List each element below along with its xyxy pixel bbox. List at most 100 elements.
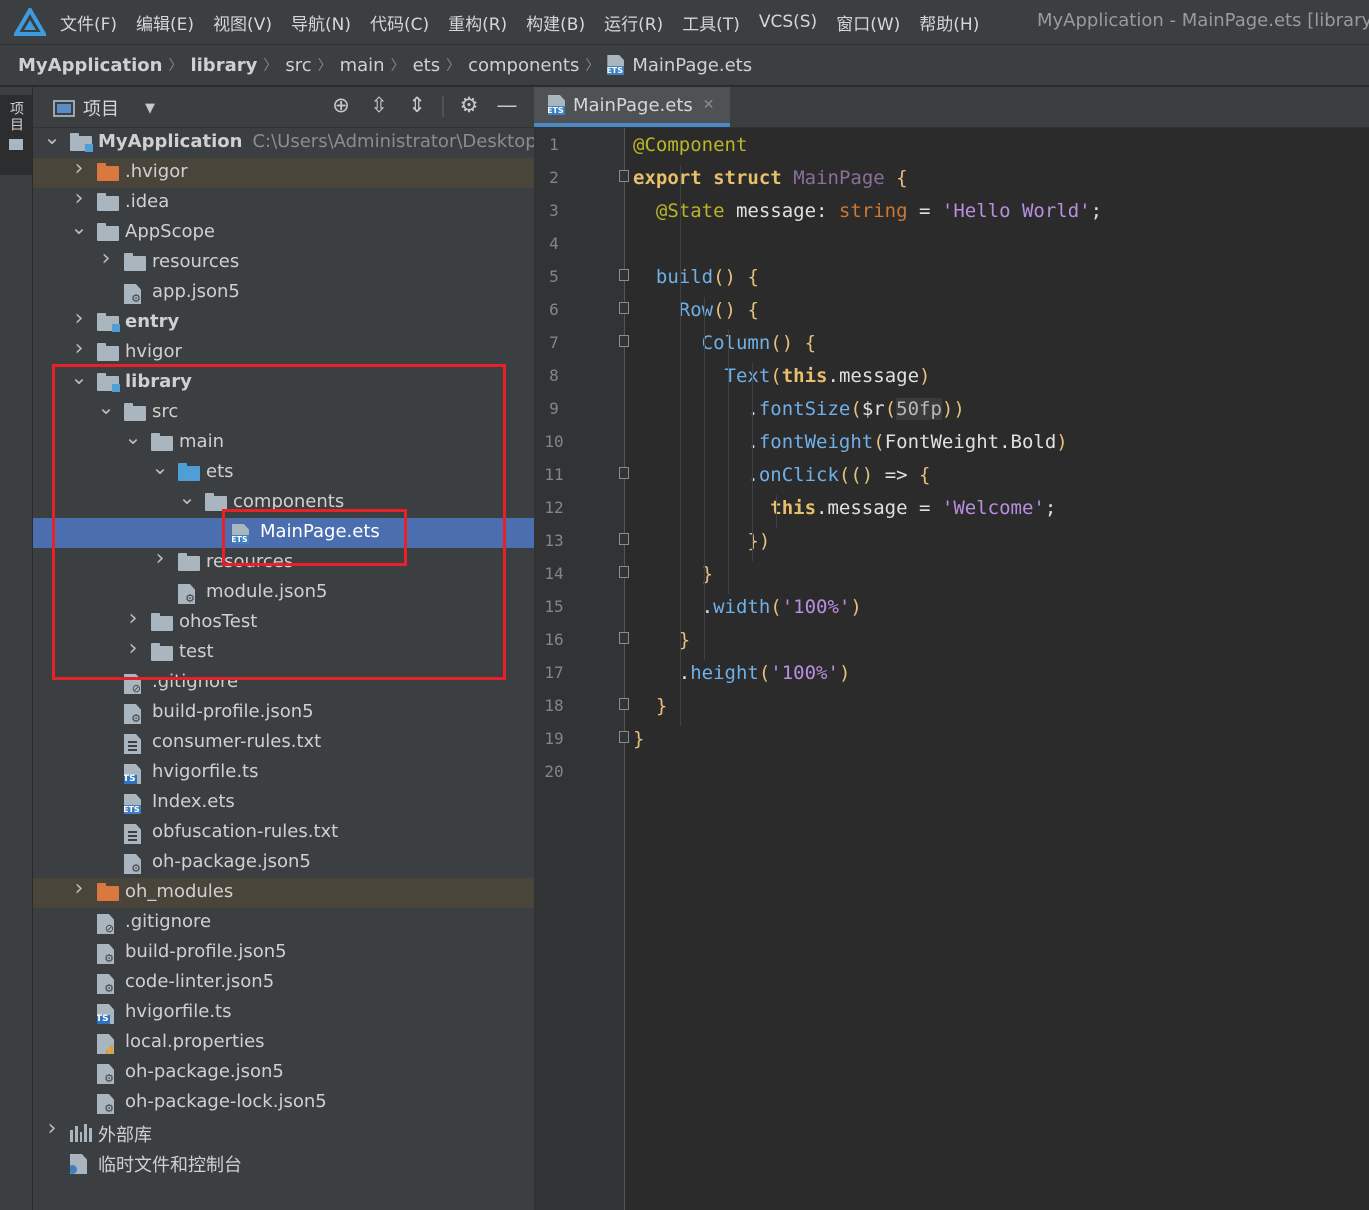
fold-open-icon[interactable] [619, 335, 629, 347]
menu-item[interactable]: 构建(B) [526, 10, 585, 35]
menu-item[interactable]: 帮助(H) [919, 10, 979, 35]
code-line[interactable]: 19} [534, 722, 1369, 755]
tree-item[interactable]: obfuscation-rules.txt [33, 818, 534, 848]
tree-item[interactable]: › resources [33, 248, 534, 278]
tree-item[interactable]: › .idea [33, 188, 534, 218]
menu-item[interactable]: 重构(R) [448, 10, 507, 35]
chevron-right-icon[interactable]: › [151, 548, 169, 570]
fold-open-icon[interactable] [619, 170, 629, 182]
fold-close-icon[interactable] [619, 533, 629, 545]
project-tool-tab[interactable]: 项目 [0, 95, 32, 175]
menu-item[interactable]: 导航(N) [291, 10, 351, 35]
chevron-right-icon[interactable]: › [70, 308, 88, 330]
tree-item[interactable]: ⊘ .gitignore [33, 668, 534, 698]
tree-item[interactable]: TS hvigorfile.ts [33, 998, 534, 1028]
code-line[interactable]: 15 .width('100%') [534, 590, 1369, 623]
tree-item[interactable]: ⚙ oh-package.json5 [33, 1058, 534, 1088]
tree-item[interactable]: ⌄ main [33, 427, 534, 458]
tree-item[interactable]: TS hvigorfile.ts [33, 758, 534, 788]
breadcrumb-item[interactable]: ETS MainPage.ets [607, 55, 752, 76]
menu-item[interactable]: 视图(V) [213, 10, 272, 35]
tree-item[interactable]: ⌄ AppScope [33, 217, 534, 248]
tree-item[interactable]: ⚙ build-profile.json5 [33, 698, 534, 728]
code-line[interactable]: 10 .fontWeight(FontWeight.Bold) [534, 425, 1369, 458]
tree-item[interactable]: local.properties [33, 1028, 534, 1058]
tree-item[interactable]: ⚙ oh-package.json5 [33, 848, 534, 878]
code-line[interactable]: 9 .fontSize($r(50fp)) [534, 392, 1369, 425]
tree-item[interactable]: ⌄ ets [33, 457, 534, 488]
crosshair-icon[interactable]: ⊕ [322, 93, 360, 117]
tree-item[interactable]: ⌄ components [33, 487, 534, 518]
code-line[interactable]: 3 @State message: string = 'Hello World'… [534, 194, 1369, 227]
tree-item[interactable]: › entry [33, 308, 534, 338]
gear-icon[interactable]: ⚙ [450, 93, 488, 117]
menu-item[interactable]: 文件(F) [60, 10, 117, 35]
tree-item[interactable]: › .hvigor [33, 158, 534, 188]
chevron-right-icon[interactable]: › [70, 878, 88, 900]
chevron-down-icon[interactable]: ⌄ [70, 367, 88, 387]
fold-open-icon[interactable] [619, 302, 629, 314]
tree-item[interactable]: › hvigor [33, 338, 534, 368]
tree-item[interactable]: › ohosTest [33, 608, 534, 638]
code-line[interactable]: 20 [534, 755, 1369, 788]
code-line[interactable]: 1 @Component [534, 128, 1369, 161]
tree-item[interactable]: ⌄ library [33, 367, 534, 398]
tree-item[interactable]: consumer-rules.txt [33, 728, 534, 758]
fold-close-icon[interactable] [619, 566, 629, 578]
chevron-down-icon[interactable]: ⌄ [97, 397, 115, 417]
tree-item[interactable]: ⌄ src [33, 397, 534, 428]
tree-item[interactable]: › oh_modules [33, 878, 534, 908]
tree-item[interactable]: ⚙ build-profile.json5 [33, 938, 534, 968]
breadcrumb-item[interactable]: components [468, 55, 579, 76]
tree-item[interactable]: ⚙ code-linter.json5 [33, 968, 534, 998]
chevron-down-icon[interactable]: ⌄ [178, 487, 196, 507]
tree-item[interactable]: ⚙ oh-package-lock.json5 [33, 1088, 534, 1118]
menu-item[interactable]: 代码(C) [370, 10, 429, 35]
minimize-icon[interactable]: — [488, 93, 526, 117]
chevron-right-icon[interactable]: › [97, 248, 115, 270]
chevron-down-icon[interactable]: ⌄ [43, 127, 61, 147]
code-line[interactable]: 11 .onClick(() => { [534, 458, 1369, 491]
code-line[interactable]: 2 export struct MainPage { [534, 161, 1369, 194]
menu-item[interactable]: 窗口(W) [836, 10, 900, 35]
fold-close-icon[interactable] [619, 632, 629, 644]
breadcrumb-item[interactable]: MyApplication [18, 55, 162, 76]
expand-all-icon[interactable]: ⇳ [360, 93, 398, 117]
chevron-right-icon[interactable]: › [43, 1118, 61, 1140]
tree-item[interactable]: ETS MainPage.ets [33, 518, 534, 548]
breadcrumb-item[interactable]: main [340, 55, 385, 76]
fold-open-icon[interactable] [619, 269, 629, 281]
tree-item[interactable]: ⊘ .gitignore [33, 908, 534, 938]
chevron-down-icon[interactable]: ⌄ [151, 457, 169, 477]
menu-item[interactable]: 工具(T) [682, 10, 740, 35]
chevron-right-icon[interactable]: › [124, 608, 142, 630]
tree-item[interactable]: ⚙ module.json5 [33, 578, 534, 608]
tree-item[interactable]: ⌄ MyApplication C:\Users\Administrator\Des… [33, 127, 534, 158]
tree-item[interactable]: › test [33, 638, 534, 668]
code-line[interactable]: 14 } [534, 557, 1369, 590]
project-view-selector[interactable]: 项目 ▼ [53, 95, 155, 121]
chevron-down-icon[interactable]: ⌄ [124, 427, 142, 447]
tree-item[interactable]: ETS Index.ets [33, 788, 534, 818]
code-line[interactable]: 18 } [534, 689, 1369, 722]
code-line[interactable]: 4 [534, 227, 1369, 260]
menu-item[interactable]: VCS(S) [759, 12, 817, 32]
tree-item[interactable]: › resources [33, 548, 534, 578]
chevron-right-icon[interactable]: › [70, 338, 88, 360]
close-icon[interactable]: ✕ [703, 97, 715, 113]
code-line[interactable]: 17 .height('100%') [534, 656, 1369, 689]
chevron-right-icon[interactable]: › [124, 638, 142, 660]
code-line[interactable]: 12 this.message = 'Welcome'; [534, 491, 1369, 524]
tree-item[interactable]: 临时文件和控制台 [33, 1148, 534, 1178]
tree-item[interactable]: ⚙ app.json5 [33, 278, 534, 308]
menu-item[interactable]: 运行(R) [604, 10, 663, 35]
tab-mainpage-ets[interactable]: ETS MainPage.ets ✕ [534, 87, 730, 127]
chevron-right-icon[interactable]: › [70, 158, 88, 180]
code-line[interactable]: 8 Text(this.message) [534, 359, 1369, 392]
breadcrumb-item[interactable]: src [285, 55, 311, 76]
code-line[interactable]: 13 }) [534, 524, 1369, 557]
chevron-right-icon[interactable]: › [70, 188, 88, 210]
code-line[interactable]: 7 Column() { [534, 326, 1369, 359]
tree-item[interactable]: › 外部库 [33, 1118, 534, 1148]
fold-open-icon[interactable] [619, 467, 629, 479]
